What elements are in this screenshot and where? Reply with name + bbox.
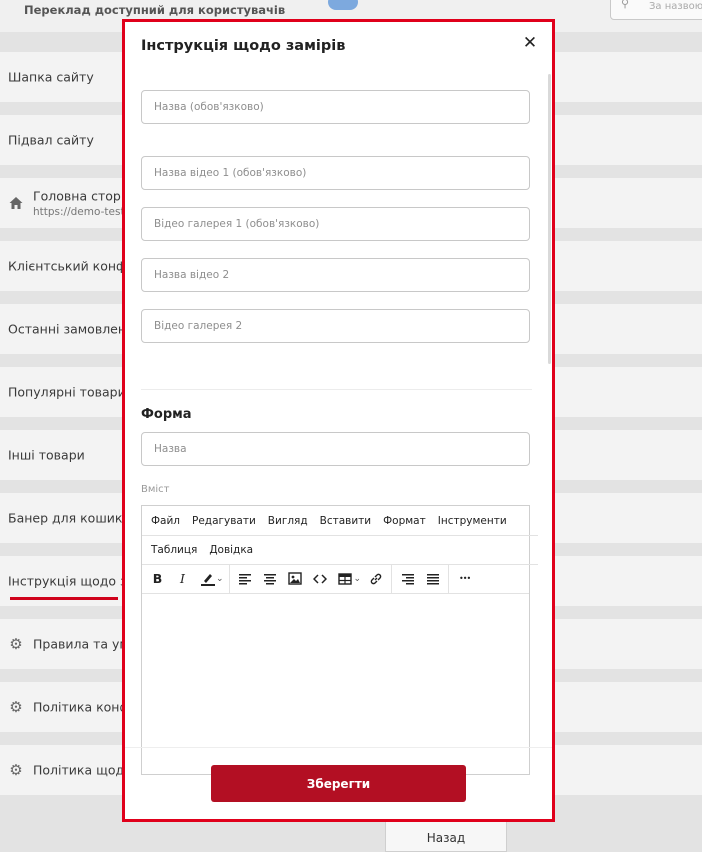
menu-view[interactable]: Вигляд (268, 515, 308, 527)
editor-toolbar: B I ⌄ ⌄ ••• (142, 564, 529, 594)
gear-icon: ⚙ (9, 698, 23, 716)
align-left-icon[interactable] (233, 568, 258, 590)
video-gallery-2-input[interactable] (141, 309, 530, 343)
list-item-label: Підвал сайту (8, 132, 94, 148)
bold-icon[interactable]: B (145, 568, 170, 590)
scrollbar[interactable] (548, 74, 551, 364)
gear-icon: ⚙ (9, 761, 23, 779)
back-button-label: Назад (426, 831, 466, 845)
translation-toggle[interactable] (328, 0, 358, 10)
active-underline (10, 597, 118, 600)
align-right-icon[interactable] (395, 568, 420, 590)
footer-divider (125, 747, 552, 748)
form-name-input[interactable] (141, 432, 530, 466)
rich-text-editor: Файл Редагувати Вигляд Вставити Формат І… (141, 505, 538, 775)
toolbar-separator (448, 564, 450, 593)
search-field[interactable]: ⚲ За назвою (610, 0, 702, 20)
justify-icon[interactable] (420, 568, 445, 590)
list-item-label: Інші товари (8, 447, 85, 463)
menu-help[interactable]: Довідка (209, 544, 253, 556)
list-item-label: Шапка сайту (8, 69, 94, 85)
form-section-title: Форма (141, 407, 192, 422)
list-item-url: https://demo-test. (33, 206, 128, 218)
content-label: Вміст (141, 484, 170, 495)
menu-edit[interactable]: Редагувати (192, 515, 256, 527)
back-button[interactable]: Назад (385, 820, 507, 852)
code-icon[interactable] (308, 568, 333, 590)
list-item-label: Головна сторінк (33, 188, 141, 204)
section-divider (141, 389, 532, 390)
toolbar-separator (228, 564, 230, 593)
chevron-down-icon[interactable]: ⌄ (216, 574, 224, 584)
list-item-label: Популярні товари (8, 384, 126, 400)
menu-file[interactable]: Файл (151, 515, 180, 527)
close-icon[interactable]: ✕ (521, 34, 539, 52)
editor-menubar: Файл Редагувати Вигляд Вставити Формат І… (142, 506, 538, 536)
menu-insert[interactable]: Вставити (320, 515, 371, 527)
more-icon[interactable]: ••• (452, 568, 477, 590)
link-icon[interactable] (363, 568, 388, 590)
modal-title: Інструкція щодо замірів (141, 38, 346, 54)
italic-icon[interactable]: I (170, 568, 195, 590)
list-item-label: Банер для кошика (8, 510, 131, 526)
home-icon (8, 195, 24, 211)
name-input[interactable] (141, 90, 530, 124)
list-item-label: Клієнтський конфігу (8, 258, 145, 274)
menu-tools[interactable]: Інструменти (438, 515, 507, 527)
video-name-1-input[interactable] (141, 156, 530, 190)
search-icon: ⚲ (621, 0, 630, 10)
measurement-instructions-modal: Інструкція щодо замірів ✕ Форма Вміст Фа… (125, 22, 552, 819)
toolbar-separator (391, 564, 393, 593)
translation-label: Переклад доступний для користувачів (24, 3, 286, 17)
list-item-label: Правила та умо (33, 636, 137, 652)
list-item-label: Інструкція щодо зам (8, 573, 144, 589)
video-name-2-input[interactable] (141, 258, 530, 292)
align-center-icon[interactable] (258, 568, 283, 590)
gear-icon: ⚙ (9, 635, 23, 653)
save-button[interactable]: Зберегти (211, 765, 466, 802)
image-icon[interactable] (283, 568, 308, 590)
menu-format[interactable]: Формат (383, 515, 426, 527)
video-gallery-1-input[interactable] (141, 207, 530, 241)
editor-menubar-row2: Таблиця Довідка (142, 535, 538, 565)
search-placeholder: За назвою (649, 1, 702, 12)
menu-table[interactable]: Таблиця (151, 544, 197, 556)
list-item-label: Останні замовлення (8, 321, 142, 337)
chevron-down-icon[interactable]: ⌄ (354, 574, 362, 584)
